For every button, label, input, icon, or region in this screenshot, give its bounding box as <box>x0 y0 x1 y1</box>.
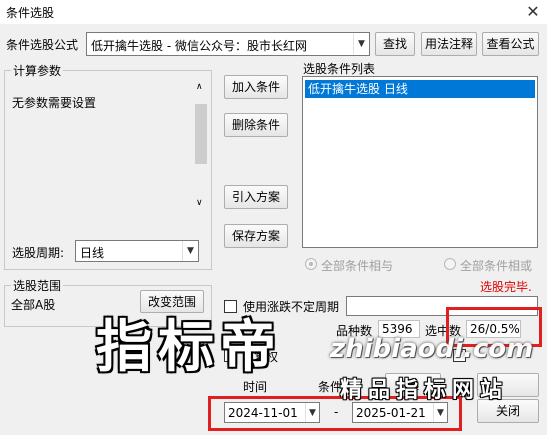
list-item[interactable]: 低开擒牛选股 日线 <box>305 80 535 98</box>
radio-and[interactable] <box>305 258 317 270</box>
radio-or[interactable] <box>444 258 456 270</box>
condition-label: 条件 <box>318 380 343 394</box>
formula-label: 条件选股公式 <box>6 38 79 52</box>
formula-value: 低开擒牛选股 - 微信公众号：股市长红网 <box>91 39 307 53</box>
params-scrollbar[interactable]: ∧ ∨ <box>194 82 208 212</box>
chevron-up-icon[interactable]: ∧ <box>196 82 203 92</box>
scroll-thumb[interactable] <box>195 104 207 164</box>
chevron-down-icon[interactable]: ▼ <box>353 34 369 54</box>
radio-dot <box>309 262 313 266</box>
conditions-label: 选股条件列表 <box>303 62 376 76</box>
status-text: 选股完毕. <box>480 280 532 294</box>
add-condition-button[interactable]: 加入条件 <box>224 75 288 99</box>
period-select[interactable]: 日线 ▼ <box>75 240 199 262</box>
params-legend: 计算参数 <box>11 62 64 79</box>
import-scheme-button[interactable]: 引入方案 <box>224 185 288 209</box>
use-undetermined-label: 使用涨跌不定周期 <box>243 300 340 314</box>
watermark-url: zhibiaodi.com <box>330 334 534 364</box>
period-value: 日线 <box>80 246 105 260</box>
chevron-down-icon[interactable]: ▼ <box>182 241 198 261</box>
period-label: 选股周期: <box>12 246 65 260</box>
view-formula-button[interactable]: 查看公式 <box>482 32 539 56</box>
params-text: 无参数需要设置 <box>12 96 97 110</box>
time-label: 时间 <box>243 380 268 394</box>
title-bar: 条件选股 ✕ <box>0 0 547 24</box>
conditions-list[interactable]: 低开擒牛选股 日线 <box>302 76 538 248</box>
save-scheme-button[interactable]: 保存方案 <box>224 224 288 248</box>
watermark-big: 指标帝 <box>96 315 282 380</box>
range-value: 全部A股 <box>11 298 56 312</box>
chevron-down-icon[interactable]: ∨ <box>196 198 203 208</box>
use-undetermined-checkbox[interactable] <box>224 300 237 313</box>
close-icon[interactable]: ✕ <box>522 2 544 22</box>
watermark-small: 精品指标网站 <box>340 378 509 403</box>
radio-or-label: 全部条件相或 <box>460 259 533 273</box>
find-button[interactable]: 查找 <box>375 32 415 56</box>
window-title: 条件选股 <box>6 6 55 20</box>
range-legend: 选股范围 <box>11 277 64 294</box>
delete-condition-button[interactable]: 删除条件 <box>224 113 288 137</box>
formula-select[interactable]: 低开擒牛选股 - 微信公众号：股市长红网 ▼ <box>86 32 370 56</box>
usage-button[interactable]: 用法注释 <box>421 32 477 56</box>
change-range-button[interactable]: 改变范围 <box>140 290 204 313</box>
radio-and-label: 全部条件相与 <box>321 259 394 273</box>
